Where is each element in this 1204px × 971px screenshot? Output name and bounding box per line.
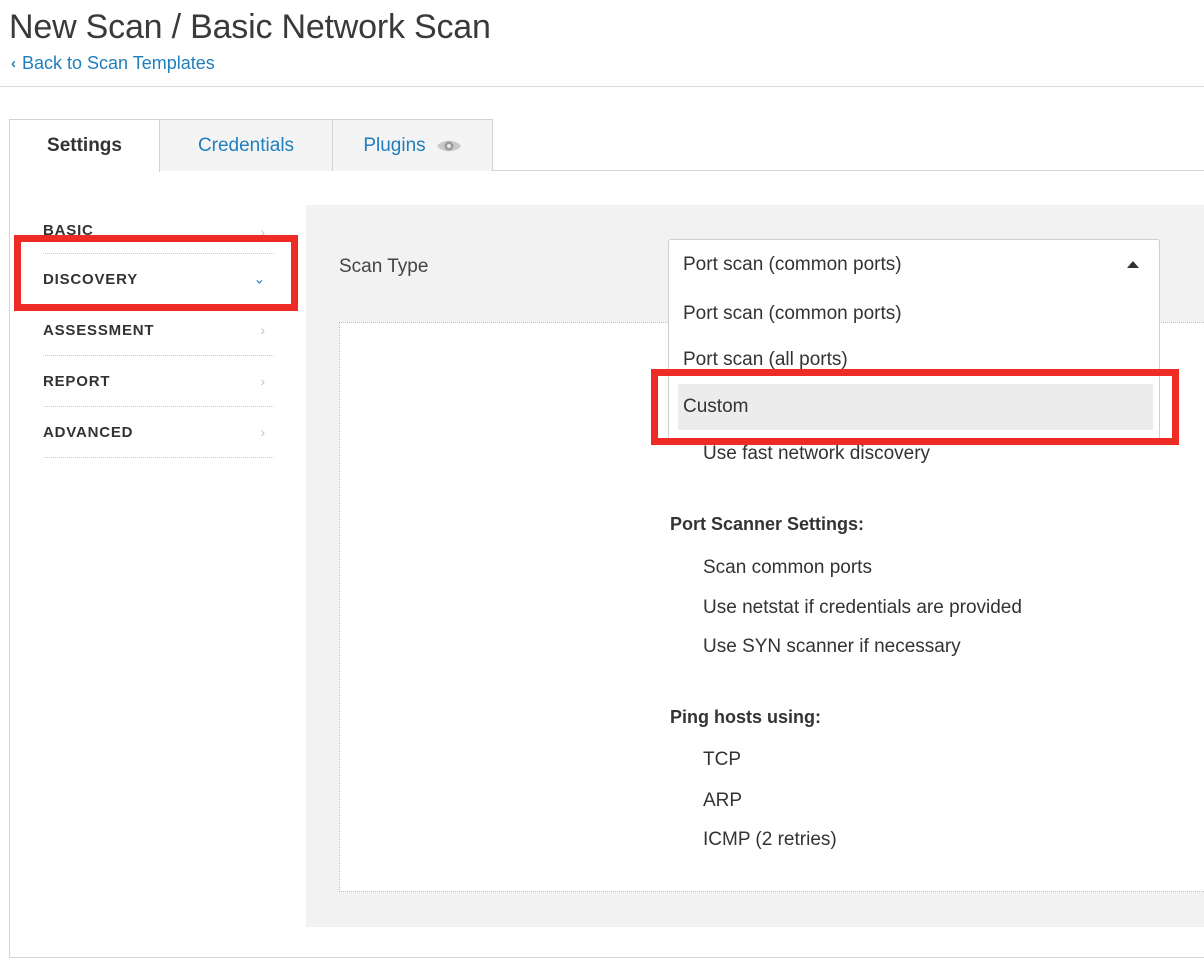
scan-type-option[interactable]: Port scan (all ports): [669, 349, 1159, 371]
port-scanner-heading: Port Scanner Settings:: [670, 514, 865, 534]
sidebar-item-label: ADVANCED: [43, 423, 134, 441]
scan-type-dropdown: Port scan (common ports) Port scan (all …: [668, 290, 1160, 440]
tab-bar: Settings Credentials Plugins: [9, 119, 493, 172]
sidebar-item-advanced[interactable]: ADVANCED ›: [43, 407, 274, 458]
tab-settings-label: Settings: [47, 135, 122, 156]
chevron-right-icon: ›: [260, 424, 266, 440]
scan-type-option[interactable]: Port scan (common ports): [669, 303, 1159, 325]
tab-plugins-label: Plugins: [363, 134, 426, 156]
sidebar-item-discovery[interactable]: DISCOVERY ⌄: [43, 254, 274, 305]
summary-item: TCP: [703, 749, 741, 770]
summary-item: Scan common ports: [703, 557, 872, 578]
sidebar-item-report[interactable]: REPORT ›: [43, 356, 274, 407]
caret-up-icon: [1127, 261, 1139, 268]
chevron-right-icon: ›: [260, 373, 266, 389]
sidebar-item-assessment[interactable]: ASSESSMENT ›: [43, 305, 274, 356]
header-divider: [0, 86, 1204, 87]
sidebar-item-basic[interactable]: BASIC ›: [43, 210, 274, 254]
scan-type-option-custom[interactable]: Custom: [678, 384, 1153, 430]
back-link-label: Back to Scan Templates: [22, 53, 215, 73]
tab-plugins[interactable]: Plugins: [332, 119, 493, 171]
settings-sidebar: BASIC › DISCOVERY ⌄ ASSESSMENT › REPORT …: [43, 210, 274, 458]
chevron-left-icon: ‹: [11, 55, 16, 72]
chevron-down-icon: ⌄: [253, 270, 266, 287]
page-title: New Scan / Basic Network Scan: [9, 8, 491, 46]
tab-credentials[interactable]: Credentials: [159, 119, 333, 171]
tab-settings[interactable]: Settings: [9, 119, 160, 172]
eye-icon[interactable]: [436, 138, 462, 154]
scan-type-selected-value: Port scan (common ports): [683, 254, 902, 275]
summary-item: Use SYN scanner if necessary: [703, 636, 961, 657]
sidebar-item-label: REPORT: [43, 372, 111, 390]
scan-type-label: Scan Type: [339, 256, 429, 277]
summary-item: Use netstat if credentials are provided: [703, 597, 1022, 618]
sidebar-item-label: ASSESSMENT: [43, 321, 155, 339]
chevron-right-icon: ›: [260, 322, 266, 338]
sidebar-item-label: BASIC: [43, 222, 94, 239]
tab-credentials-label: Credentials: [197, 134, 295, 156]
chevron-right-icon: ›: [260, 223, 266, 240]
summary-item: ICMP (2 retries): [703, 829, 837, 850]
scan-type-select[interactable]: Port scan (common ports): [668, 239, 1160, 291]
sidebar-item-label: DISCOVERY: [43, 270, 138, 288]
back-to-templates-link[interactable]: ‹ Back to Scan Templates: [11, 53, 215, 74]
summary-item: ARP: [703, 790, 743, 811]
ping-hosts-heading: Ping hosts using:: [670, 707, 821, 727]
summary-item: Use fast network discovery: [703, 443, 931, 464]
